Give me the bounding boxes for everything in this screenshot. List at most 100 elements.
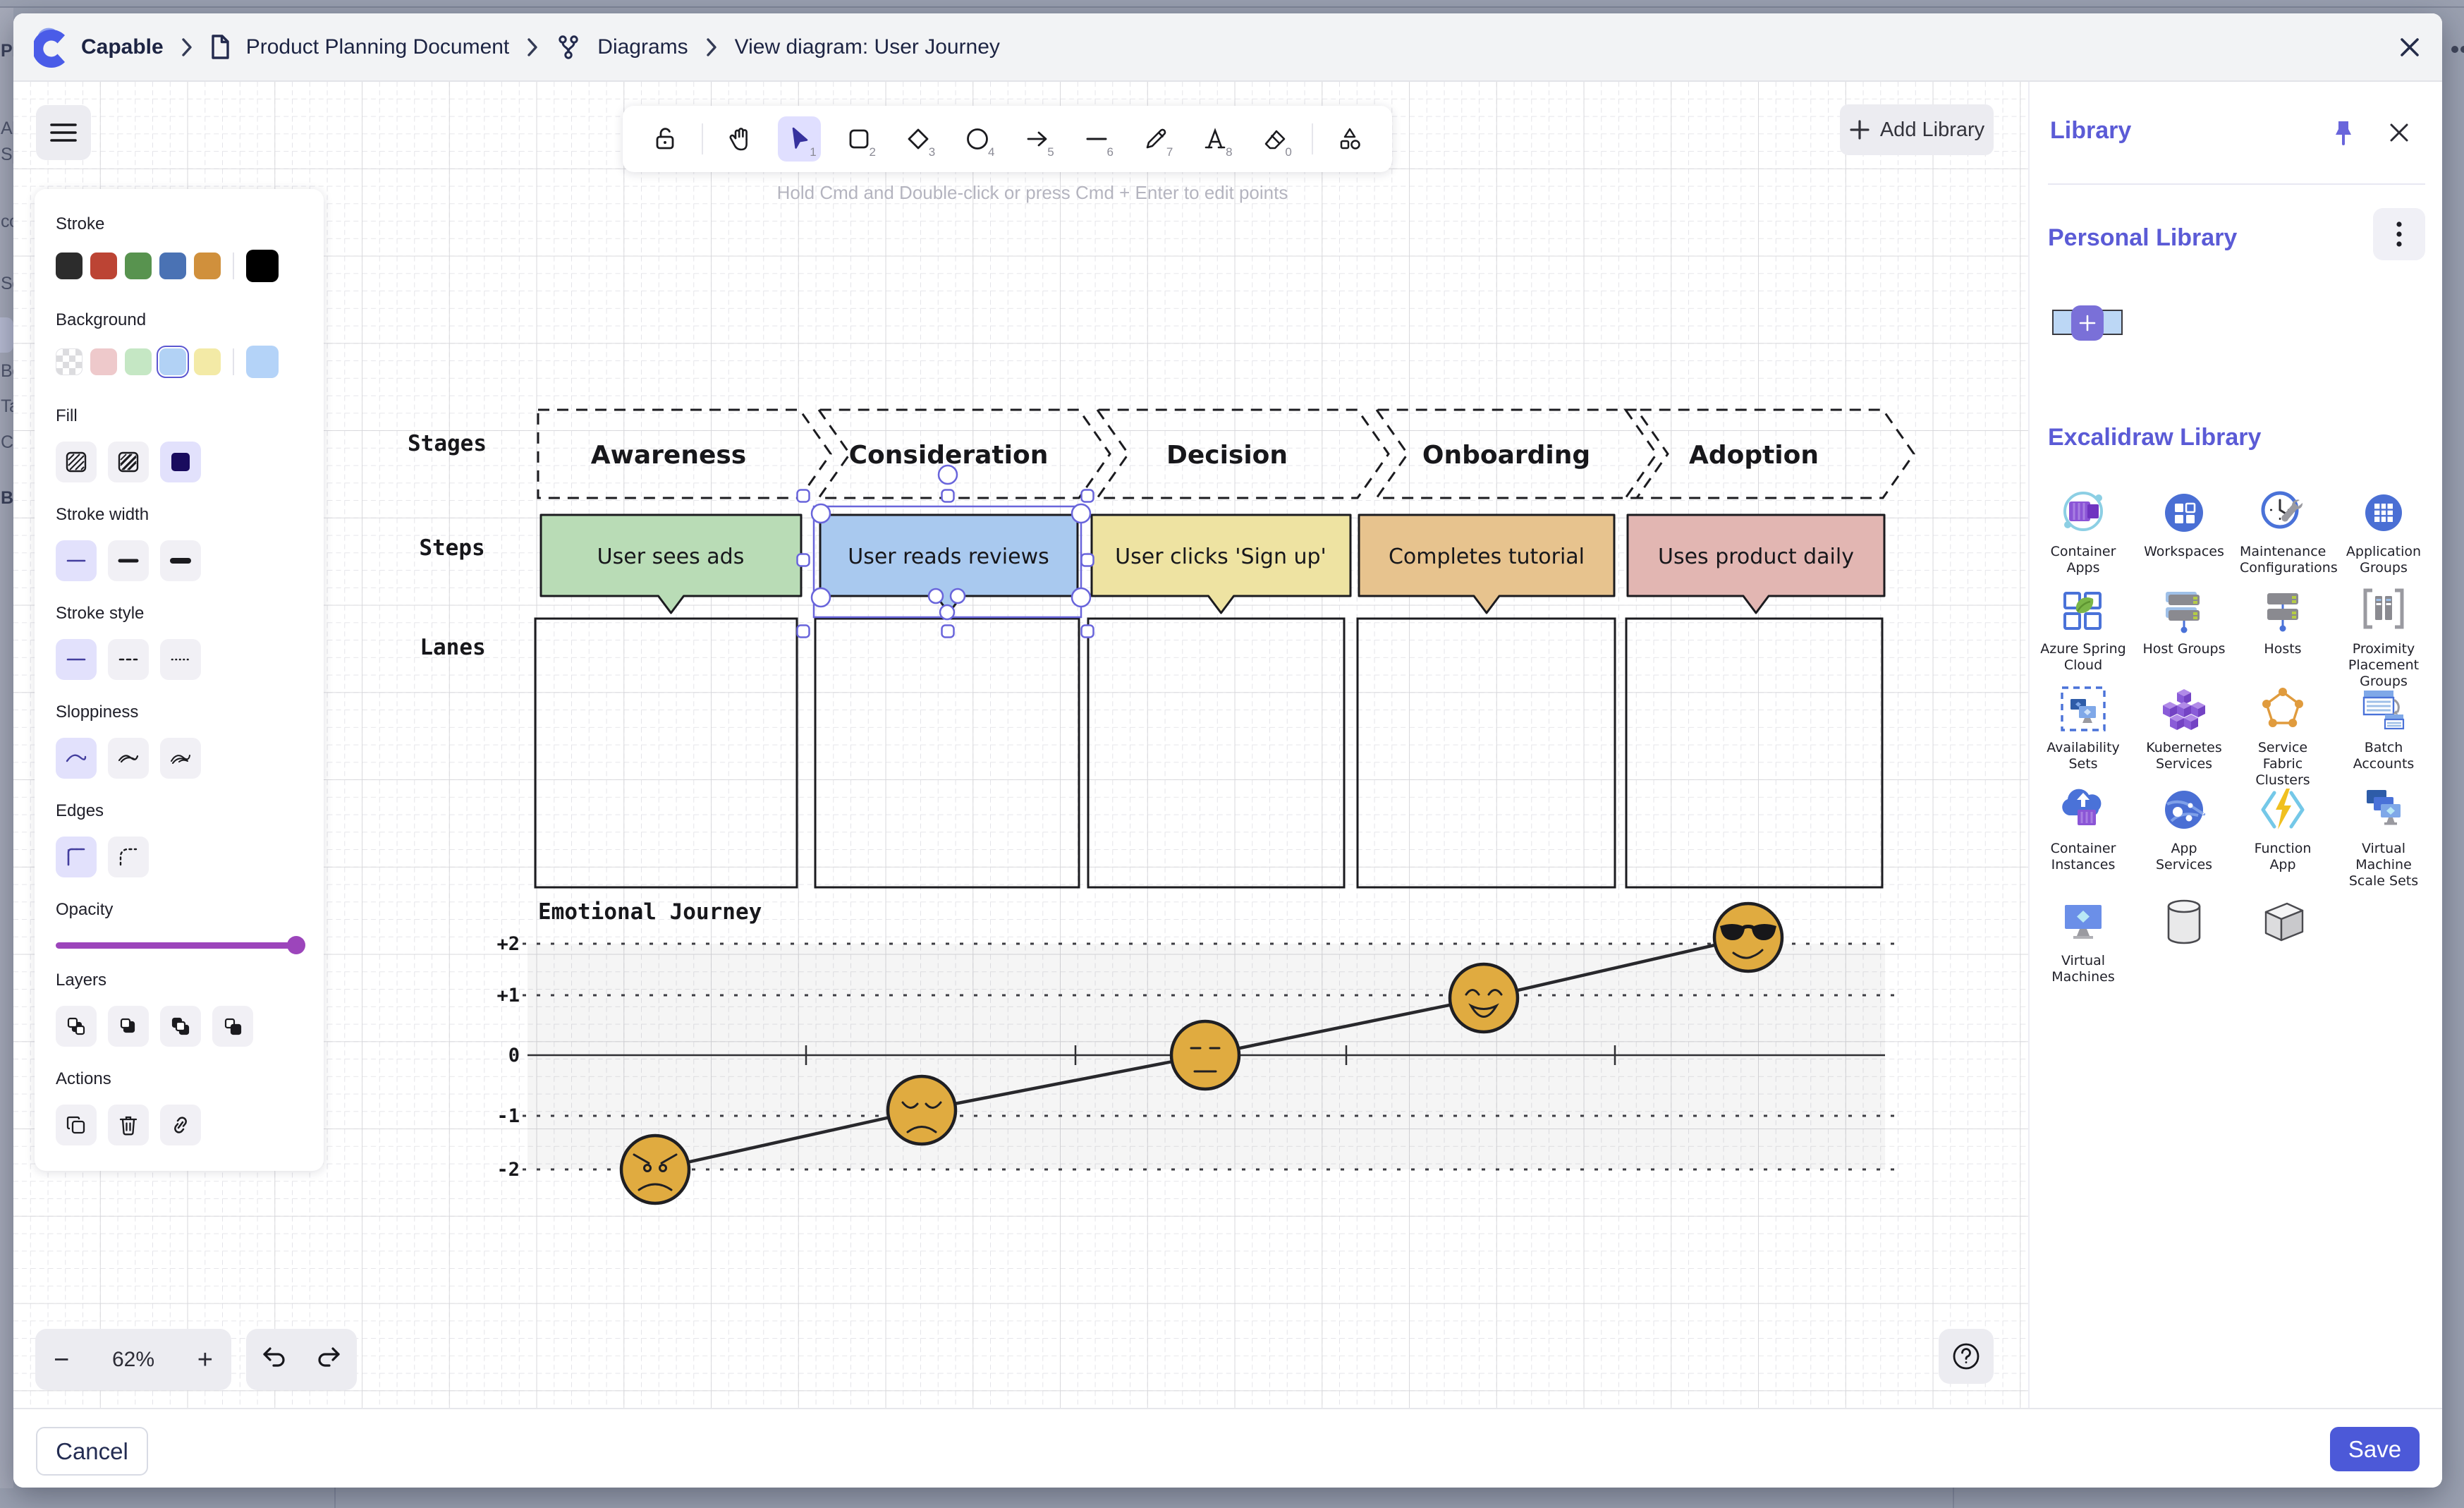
layers-send-to-back-button[interactable] [56, 1006, 97, 1047]
add-library-button[interactable]: Add Library [1840, 104, 1994, 155]
library-item-batch-accounts[interactable]: Batch Accounts [2357, 682, 2410, 739]
face-sad[interactable] [888, 1076, 956, 1144]
tool-shapes[interactable] [1329, 116, 1371, 162]
tool-line[interactable]: 6 [1075, 116, 1118, 162]
face-neutral[interactable] [1171, 1021, 1239, 1089]
library-item-virtual-machine-scale-sets[interactable]: Virtual Machine Scale Sets [2357, 783, 2410, 840]
library-item-availability-sets[interactable]: Availability Sets [2056, 682, 2110, 739]
library-item-hosts[interactable]: Hosts [2256, 583, 2310, 640]
tool-ellipse[interactable]: 4 [956, 116, 999, 162]
stroke-color-red[interactable] [90, 253, 117, 279]
layers-bring-forward-button[interactable] [160, 1006, 201, 1047]
bg-color-blue-selected[interactable] [159, 348, 186, 375]
tool-eraser[interactable]: 0 [1254, 116, 1296, 162]
library-pin-button[interactable] [2331, 119, 2356, 151]
sloppiness-architect-button[interactable] [56, 738, 97, 779]
library-item-virtual-machines[interactable]: Virtual Machines [2056, 895, 2110, 952]
stroke-color-orange[interactable] [194, 253, 221, 279]
lane-4[interactable] [1358, 619, 1615, 887]
selection-handle-n[interactable] [942, 490, 954, 502]
selection-rotate-handle[interactable] [939, 466, 957, 484]
stroke-style-dotted-button[interactable] [160, 639, 201, 680]
undo-button[interactable] [261, 1346, 286, 1373]
personal-library-menu-button[interactable] [2373, 208, 2425, 260]
tool-selection[interactable]: 1 [778, 116, 820, 162]
breadcrumb-section[interactable]: Diagrams [597, 35, 688, 59]
selection-handle-sw[interactable] [798, 626, 810, 638]
lane-3[interactable] [1088, 619, 1344, 887]
fill-crosshatch-button[interactable] [108, 442, 149, 482]
library-item-function-app[interactable]: Function App [2256, 783, 2310, 840]
selection-handle-w[interactable] [798, 554, 810, 566]
edges-sharp-button[interactable] [56, 837, 97, 877]
zoom-out-button[interactable]: − [54, 1346, 69, 1373]
stroke-color-blue[interactable] [159, 253, 186, 279]
selection-handle-se[interactable] [1082, 626, 1094, 638]
stroke-color-green[interactable] [125, 253, 152, 279]
selection-handle-ne[interactable] [1082, 490, 1094, 502]
element-handle[interactable] [1072, 588, 1090, 607]
lane-2[interactable] [815, 619, 1079, 887]
selection-handle-s[interactable] [942, 626, 954, 638]
library-item-azure-spring-cloud[interactable]: Azure Spring Cloud [2056, 583, 2110, 640]
library-item-service-fabric-clusters[interactable]: Service Fabric Clusters [2256, 682, 2310, 739]
face-happy[interactable] [1450, 964, 1518, 1032]
excalidraw-canvas[interactable]: Stages Steps Lanes Awareness Considerati… [13, 82, 2028, 1408]
selection-handle-e[interactable] [1082, 554, 1094, 566]
action-delete-button[interactable] [108, 1105, 149, 1145]
bg-color-current[interactable] [246, 346, 279, 378]
lane-1[interactable] [535, 619, 797, 887]
stroke-color-current[interactable] [246, 250, 279, 282]
modal-close-button[interactable] [2395, 32, 2425, 62]
tool-lock[interactable] [644, 116, 686, 162]
layers-bring-to-front-button[interactable] [212, 1006, 253, 1047]
stroke-style-dashed-button[interactable] [108, 639, 149, 680]
opacity-thumb[interactable] [287, 936, 305, 954]
tail-handle[interactable] [951, 589, 965, 603]
face-cool[interactable] [1714, 904, 1782, 971]
redo-button[interactable] [317, 1346, 342, 1373]
element-handle[interactable] [1072, 504, 1090, 523]
element-handle[interactable] [812, 504, 830, 523]
bg-color-green[interactable] [125, 348, 152, 375]
tail-handle[interactable] [929, 589, 943, 603]
save-button[interactable]: Save [2330, 1427, 2420, 1471]
tool-rectangle[interactable]: 2 [838, 116, 880, 162]
fill-solid-button[interactable] [160, 442, 201, 482]
opacity-track[interactable] [56, 942, 304, 949]
zoom-level[interactable]: 62% [112, 1348, 154, 1372]
breadcrumb-document[interactable]: Product Planning Document [246, 35, 510, 59]
cancel-button[interactable]: Cancel [36, 1427, 148, 1476]
stroke-width-thin-button[interactable] [56, 540, 97, 581]
library-item-cylinder[interactable] [2157, 895, 2211, 952]
bg-color-transparent[interactable] [56, 348, 83, 375]
action-link-button[interactable] [160, 1105, 201, 1145]
zoom-in-button[interactable]: + [197, 1346, 213, 1373]
tool-arrow[interactable]: 5 [1016, 116, 1058, 162]
tail-handle[interactable] [940, 605, 954, 619]
library-item-cube[interactable] [2256, 895, 2310, 952]
library-item-app-services[interactable]: App Services [2157, 783, 2211, 840]
stroke-width-extrabold-button[interactable] [160, 540, 201, 581]
edges-round-button[interactable] [108, 837, 149, 877]
layers-send-backward-button[interactable] [108, 1006, 149, 1047]
tool-diamond[interactable]: 3 [897, 116, 939, 162]
library-item-proximity-placement-groups[interactable]: Proximity Placement Groups [2357, 583, 2410, 640]
tool-hand[interactable] [719, 116, 761, 162]
bg-color-yellow[interactable] [194, 348, 221, 375]
bg-color-pink[interactable] [90, 348, 117, 375]
library-item-kubernetes-services[interactable]: Kubernetes Services [2157, 682, 2211, 739]
sloppiness-artist-button[interactable] [108, 738, 149, 779]
library-item-container-apps[interactable]: Container Apps [2056, 486, 2110, 543]
breadcrumb-app[interactable]: Capable [81, 35, 164, 59]
library-item-workspaces[interactable]: Workspaces [2157, 486, 2211, 543]
tool-draw[interactable]: 7 [1135, 116, 1177, 162]
library-item-container-instances[interactable]: Container Instances [2056, 783, 2110, 840]
help-button[interactable] [1939, 1329, 1994, 1384]
menu-button[interactable] [36, 105, 91, 160]
library-close-button[interactable] [2388, 121, 2410, 147]
library-item-maintenance-configurations[interactable]: Maintenance Configurations [2256, 486, 2310, 543]
face-angry[interactable] [621, 1136, 689, 1203]
personal-library-add-button[interactable] [2071, 305, 2104, 341]
tool-text[interactable]: 8 [1194, 116, 1236, 162]
